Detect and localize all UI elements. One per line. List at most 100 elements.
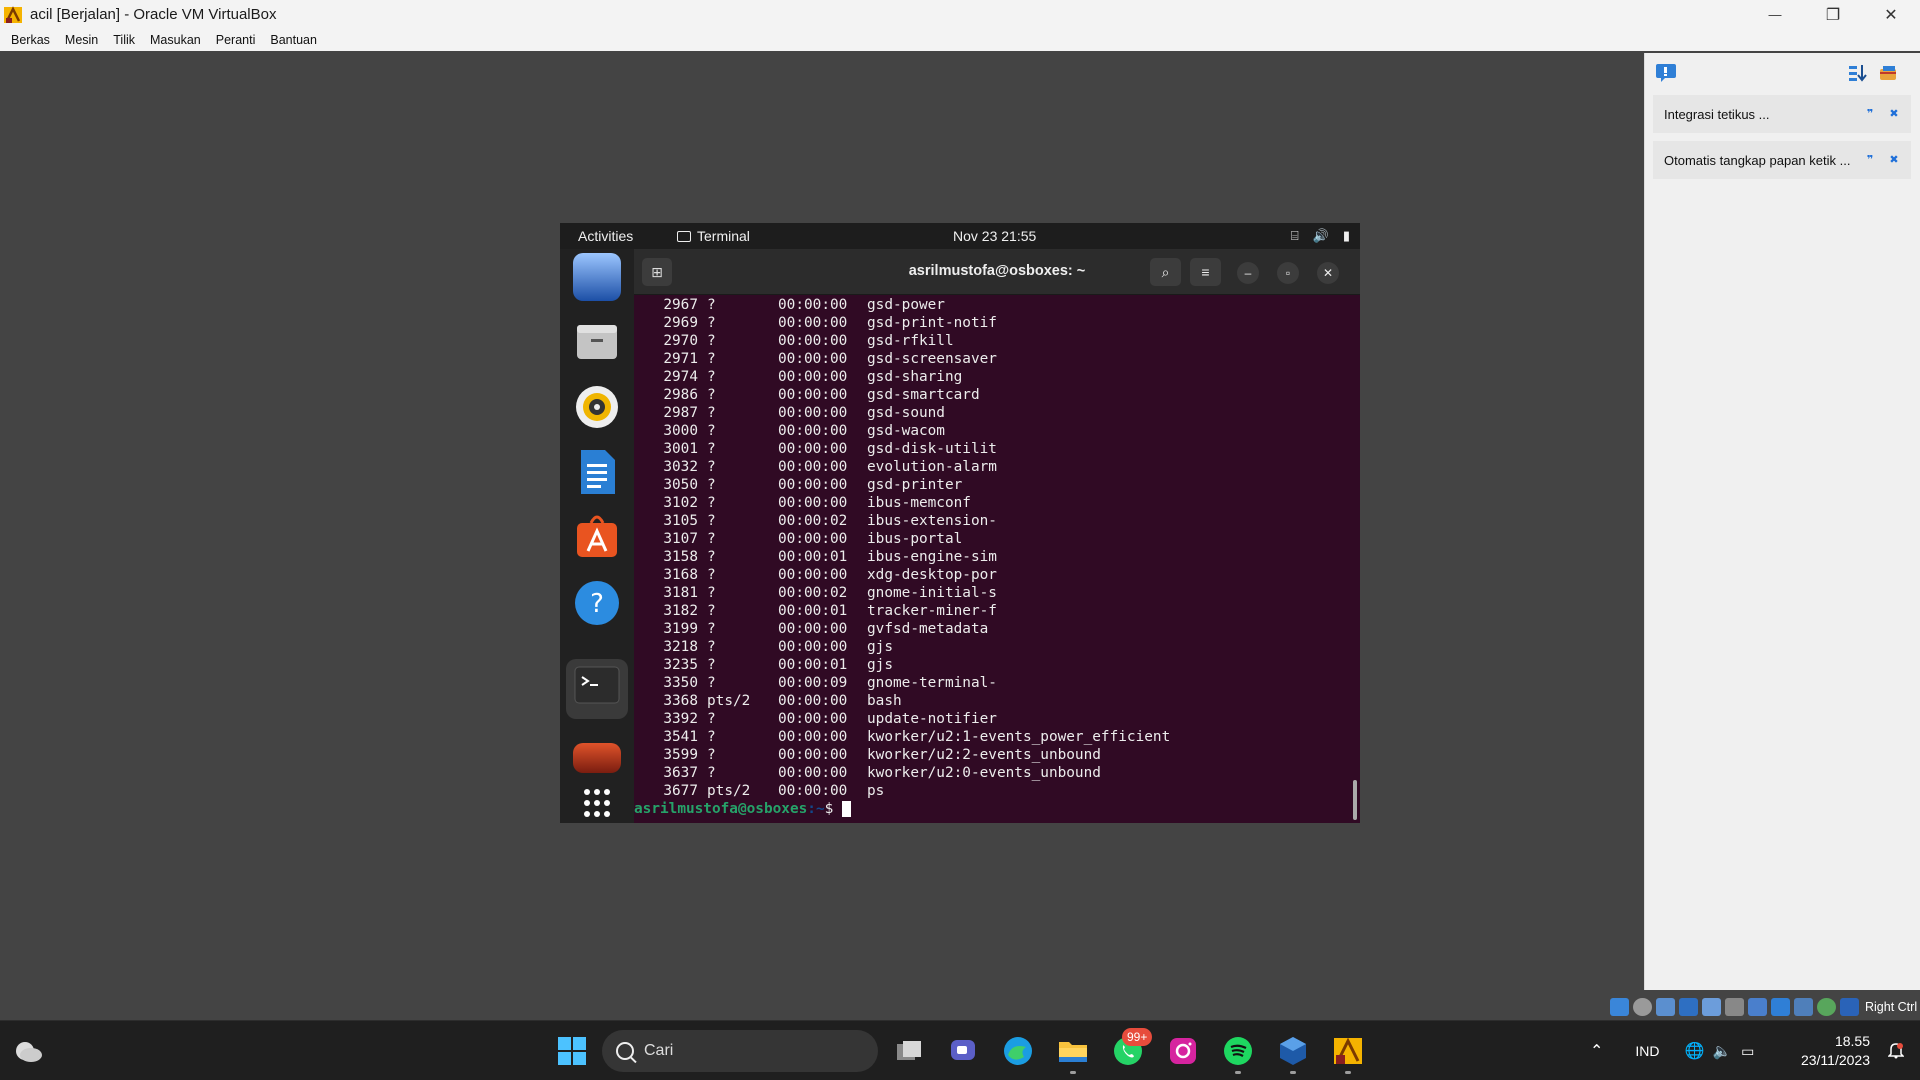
virtualization-icon[interactable] [1794,998,1813,1016]
guest-additions-icon[interactable] [1817,998,1836,1016]
thunderbird-icon[interactable] [573,253,621,301]
app-menu[interactable]: Terminal [677,228,750,244]
teams-chat-icon[interactable] [947,1035,979,1067]
menu-tilik[interactable]: Tilik [113,33,135,47]
process-cmd: xdg-desktop-por [867,567,997,583]
hard-disk-icon[interactable] [1610,998,1629,1016]
minimize-button[interactable]: — [1746,0,1804,29]
help-icon[interactable]: ❞ [1863,153,1877,167]
gnome-system-tray[interactable]: ⌸ 🔊 ▮ [1291,228,1350,244]
help-icon[interactable]: ❞ [1863,107,1877,121]
edge-icon[interactable] [1002,1035,1034,1067]
process-cmd: tracker-miner-f [867,603,997,619]
search-icon [616,1042,634,1060]
close-icon: ✕ [1884,6,1898,24]
search-placeholder: Cari [644,1042,674,1059]
clear-notifications-icon[interactable] [1877,63,1899,83]
process-row: 3102? 00:00:00 ibus-memconf [634,494,1360,512]
trash-icon[interactable] [573,743,621,773]
taskbar-search[interactable]: Cari [602,1030,878,1072]
activities-button[interactable]: Activities [578,228,633,244]
process-time: 00:00:00 [778,693,848,709]
minimize-terminal-button[interactable]: – [1237,262,1259,284]
menu-masukan[interactable]: Masukan [150,33,201,47]
process-tty: ? [707,747,716,763]
close-notification-icon[interactable]: ✖ [1887,107,1901,121]
software-center-icon[interactable] [573,513,621,561]
process-cmd: update-notifier [867,711,997,727]
process-cmd: gsd-sharing [867,369,963,385]
close-button[interactable]: ✕ [1862,0,1920,29]
menu-mesin[interactable]: Mesin [65,33,98,47]
process-pid: 3105 [663,513,698,529]
vm-screen[interactable]: Activities Terminal Nov 23 21:55 ⌸ 🔊 ▮ ? [560,223,1360,823]
menu-bantuan[interactable]: Bantuan [270,33,317,47]
notification-mouse-integration[interactable]: Integrasi tetikus ... ❞ ✖ [1653,95,1911,133]
file-explorer-icon[interactable] [1057,1035,1089,1067]
process-tty: ? [707,297,716,313]
shared-folders-icon[interactable] [1725,998,1744,1016]
start-icon[interactable] [556,1035,588,1067]
process-tty: ? [707,621,716,637]
shell-prompt[interactable]: asrilmustofa@osboxes:~ $ [634,800,1360,818]
task-view-icon[interactable] [893,1035,925,1067]
maximize-terminal-button[interactable]: ▫ [1277,262,1299,284]
notification-keyboard-capture[interactable]: Otomatis tangkap papan ketik ... ❞ ✖ [1653,141,1911,179]
process-time: 00:00:00 [778,729,848,745]
taskbar-clock[interactable]: 18.55 23/11/2023 [1801,1032,1870,1070]
battery-icon[interactable]: ▭ [1741,1043,1754,1060]
network-icon[interactable]: 🌐 [1685,1041,1705,1061]
notification-bell-icon[interactable] [1887,1041,1905,1059]
menu-peranti[interactable]: Peranti [216,33,256,47]
terminal-dock-icon[interactable] [566,659,628,719]
sort-icon[interactable] [1847,63,1869,83]
process-pid: 3677 [663,783,698,799]
terminal-window[interactable]: ⊞ asrilmustofa@osboxes: ~ ⌕ ≡ – ▫ ✕ 2967… [634,249,1360,823]
process-pid: 2970 [663,333,698,349]
gnome-clock[interactable]: Nov 23 21:55 [953,228,1036,244]
weather-icon[interactable] [12,1037,44,1065]
optical-drive-icon[interactable] [1633,998,1652,1016]
process-pid: 3368 [663,693,698,709]
prompt-symbol: $ [824,801,842,817]
process-cmd: kworker/u2:1-events_power_efficient [867,729,1171,745]
menu-button[interactable]: ≡ [1190,258,1221,286]
files-icon[interactable] [573,317,621,365]
window-titlebar: acil [Berjalan] - Oracle VM VirtualBox —… [0,0,1920,29]
process-time: 00:00:00 [778,477,848,493]
spotify-icon[interactable] [1222,1035,1254,1067]
show-hidden-icons-icon[interactable]: ⌃ [1590,1041,1603,1061]
network-icon[interactable] [1679,998,1698,1016]
process-row: 3235? 00:00:01 gjs [634,656,1360,674]
rhythmbox-icon[interactable] [573,383,621,431]
show-apps-icon[interactable] [573,787,621,823]
process-cmd: evolution-alarm [867,459,997,475]
terminal-output[interactable]: 2967? 00:00:00 gsd-power 2969? 00:00:00 gsd-p… [634,296,1360,823]
usb-icon[interactable] [1702,998,1721,1016]
display-icon[interactable] [1748,998,1767,1016]
process-pid: 3599 [663,747,698,763]
process-row: 3677 pts/2 00:00:00 ps [634,782,1360,800]
close-terminal-button[interactable]: ✕ [1317,262,1339,284]
host-key-icon[interactable] [1840,998,1859,1016]
close-notification-icon[interactable]: ✖ [1887,153,1901,167]
volume-icon[interactable]: 🔈 [1712,1042,1731,1060]
menu-bar: Berkas Mesin Tilik Masukan Peranti Bantu… [0,29,1920,51]
libreoffice-writer-icon[interactable] [573,448,621,496]
search-button[interactable]: ⌕ [1150,258,1181,286]
recording-icon[interactable] [1771,998,1790,1016]
instagram-icon[interactable] [1167,1035,1199,1067]
audio-icon[interactable] [1656,998,1675,1016]
language-indicator[interactable]: IND [1635,1043,1659,1059]
terminal-app-icon [677,230,691,242]
restore-button[interactable]: ❐ [1804,0,1862,29]
virtualbox-manager-icon[interactable] [1277,1035,1309,1067]
menu-berkas[interactable]: Berkas [11,33,50,47]
virtualbox-vm-icon[interactable] [1332,1035,1364,1067]
process-cmd: ibus-portal [867,531,963,547]
process-pid: 2974 [663,369,698,385]
terminal-scrollbar[interactable] [1353,780,1357,820]
help-icon[interactable]: ? [573,579,621,627]
notification-center-icon[interactable] [1655,63,1677,83]
process-row: 3541? 00:00:00 kworker/u2:1-events_power_e… [634,728,1360,746]
